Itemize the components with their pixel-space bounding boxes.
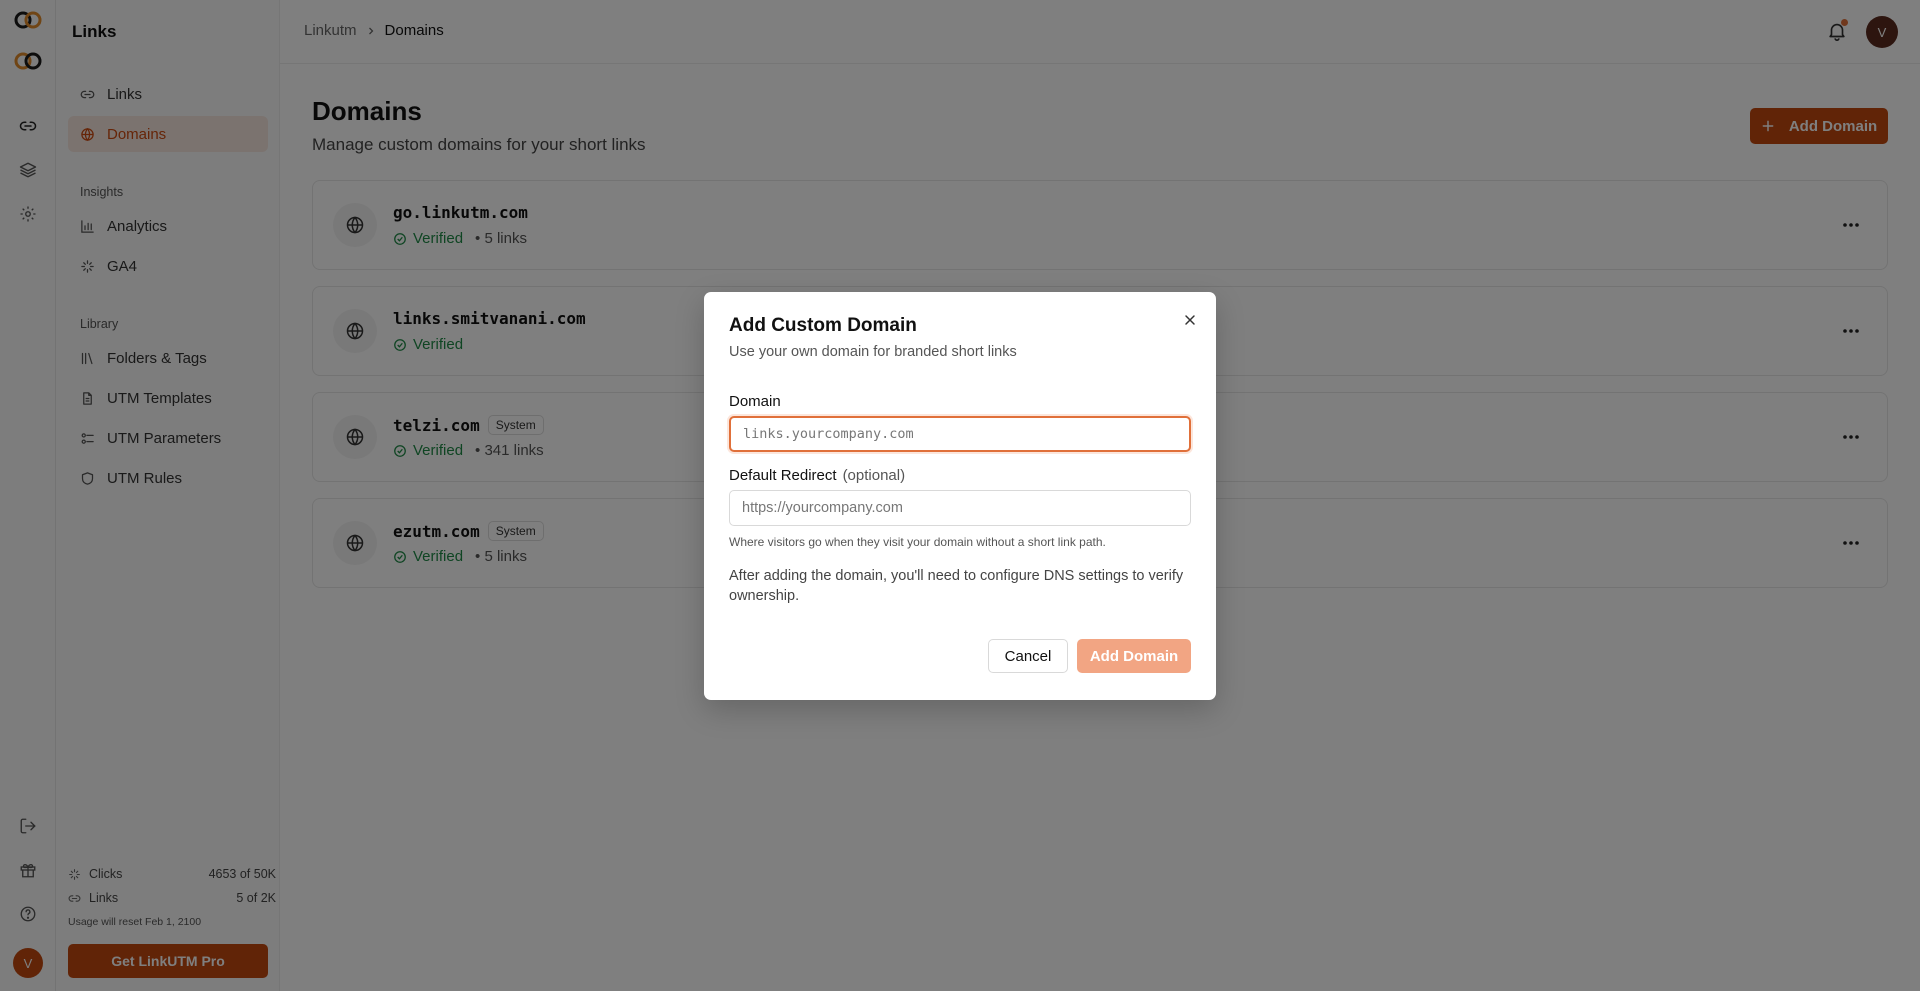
- domain-input[interactable]: [729, 416, 1191, 452]
- optional-tag: (optional): [842, 467, 906, 484]
- domain-field-label: Domain: [729, 393, 781, 410]
- cancel-button[interactable]: Cancel: [988, 639, 1068, 673]
- redirect-label-text: Default Redirect: [729, 467, 837, 484]
- dialog-title: Add Custom Domain: [729, 315, 917, 336]
- submit-add-domain-button[interactable]: Add Domain: [1077, 639, 1191, 673]
- default-redirect-input[interactable]: [729, 490, 1191, 526]
- redirect-field-label: Default Redirect (optional): [729, 467, 905, 484]
- dns-note: After adding the domain, you'll need to …: [729, 568, 1184, 604]
- close-icon[interactable]: [1182, 312, 1198, 328]
- add-custom-domain-dialog: Add Custom Domain Use your own domain fo…: [704, 292, 1216, 700]
- dialog-subtitle: Use your own domain for branded short li…: [729, 344, 1017, 360]
- redirect-help-text: Where visitors go when they visit your d…: [729, 535, 1106, 549]
